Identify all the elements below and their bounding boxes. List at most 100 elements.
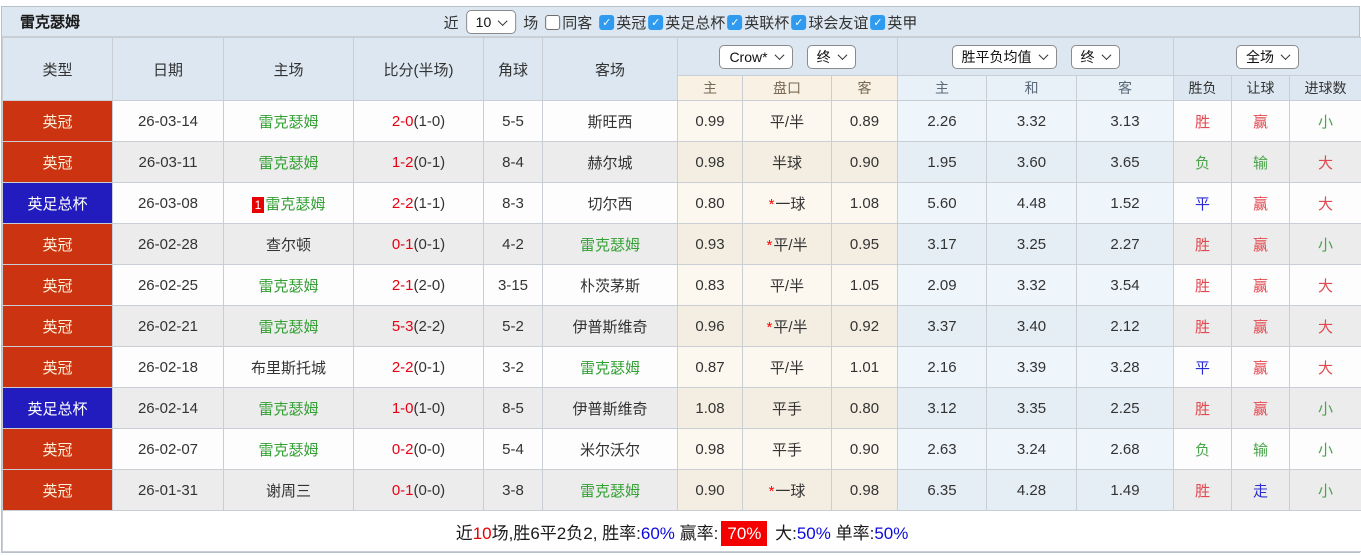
avg-away-cell: 3.65 [1076,141,1175,183]
avg-away-cell: 2.25 [1076,387,1175,429]
handicap-cell: 平手 [742,387,832,429]
away-team-name: 切尔西 [587,195,633,213]
type-cell: 英冠 [2,141,113,183]
table-row: 英冠 26-02-07 雷克瑟姆 0-2(0-0) 5-4 米尔沃尔 0.98 平手 0.90 2… [2,428,1361,470]
league-label: 英足总杯 [665,14,726,32]
goals-result-cell: 大 [1289,141,1361,183]
table-row: 英足总杯 26-03-08 1 雷克瑟姆 2-2(1-1) 8-3 切尔西 0.80 *一球 1.… [2,182,1361,224]
result-cell: 胜 [1173,305,1233,347]
away-odds-cell: 0.90 [830,141,899,183]
score-cell: 1-2(0-1) [353,141,484,183]
odds-time-select[interactable]: 终 [806,44,856,69]
away-team-cell: 伊普斯维奇 [542,387,678,429]
league-checkbox[interactable]: ✓ 英足总杯 [648,12,725,33]
odds-source-value: Crow* [729,48,768,65]
checkbox-checked-icon: ✓ [791,14,807,30]
home-team-name: 查尔顿 [265,236,311,254]
home-team-name: 布里斯托城 [250,359,326,377]
home-team-name: 雷克瑟姆 [265,195,326,213]
date-cell: 26-03-14 [112,100,224,142]
away-odds-cell: 1.01 [830,346,899,388]
goals-result-cell: 大 [1289,182,1361,224]
away-team-cell: 切尔西 [542,182,678,224]
home-team-name: 雷克瑟姆 [258,441,319,459]
home-odds-cell: 0.96 [677,305,743,347]
home-team-name: 雷克瑟姆 [258,400,319,418]
away-odds-cell: 0.95 [830,223,899,265]
league-checkbox[interactable]: ✓ 英甲 [870,12,917,33]
handicap-result-cell: 输 [1231,428,1291,470]
handicap-cell: 平/半 [742,264,832,306]
scope-select-cell: 全场 [1173,37,1361,76]
handicap-result-cell: 赢 [1231,182,1291,224]
table-row: 英冠 26-02-28 查尔顿 0-1(0-1) 4-2 雷克瑟姆 0.93 *平/半 0.95… [2,223,1361,265]
type-cell: 英冠 [2,100,113,142]
corners-cell: 8-4 [483,141,543,183]
avg-draw-cell: 3.35 [986,387,1078,429]
away-team-name: 米尔沃尔 [579,441,640,459]
fulltime-score: 2-1 [391,276,414,294]
away-team-cell: 斯旺西 [542,100,678,142]
home-team-name: 谢周三 [265,482,311,500]
col-header-score: 比分(半场) [353,37,484,101]
type-cell: 英足总杯 [2,387,113,429]
avg-draw-cell: 4.28 [986,469,1078,511]
halftime-score: (0-1) [413,235,446,253]
subheader-avg-away: 客 [1076,75,1175,101]
table-row: 英冠 26-01-31 谢周三 0-1(0-0) 3-8 雷克瑟姆 0.90 *一球 0.98 6… [2,469,1361,511]
summary-segment: 60% [640,523,675,543]
date-cell: 26-03-11 [112,141,224,183]
handicap-cell: 平手 [742,428,832,470]
avg-draw-cell: 4.48 [986,182,1078,224]
goals-result-cell: 小 [1289,428,1361,470]
halftime-score: (0-1) [413,153,446,171]
type-cell: 英冠 [2,264,113,306]
avg-home-cell: 5.60 [897,182,988,224]
avg-away-cell: 3.13 [1076,100,1175,142]
summary-segment: 赢率: [674,523,719,543]
corners-cell: 5-2 [483,305,543,347]
result-cell: 平 [1173,182,1233,224]
score-cell: 2-1(2-0) [353,264,484,306]
corners-cell: 3-8 [483,469,543,511]
league-label: 球会友谊 [808,14,869,32]
avg-source-select[interactable]: 胜平负均值 [951,44,1057,69]
avg-source-value: 胜平负均值 [961,48,1032,65]
result-cell: 胜 [1173,469,1233,511]
checkbox-checked-icon: ✓ [870,14,886,30]
halftime-score: (2-2) [413,317,446,335]
away-odds-cell: 0.98 [830,469,899,511]
chevron-down-icon [1038,50,1048,61]
date-cell: 26-02-07 [112,428,224,470]
league-checkbox[interactable]: ✓ 英联杯 [727,12,789,33]
home-team-name: 雷克瑟姆 [258,277,319,295]
summary-segment: 70% [721,520,768,546]
home-team-name: 雷克瑟姆 [258,154,319,172]
fulltime-score: 5-3 [391,317,414,335]
summary-segment: 单率: [830,523,875,543]
score-cell: 2-2(1-1) [353,182,484,224]
home-odds-cell: 0.80 [677,182,743,224]
score-cell: 0-1(0-0) [353,469,484,511]
fulltime-score: 0-1 [391,481,414,499]
near-count-select[interactable]: 10 [465,10,517,34]
type-cell: 英足总杯 [2,182,113,224]
same-away-checkbox[interactable]: 同客 [545,12,592,33]
goals-result-cell: 大 [1289,264,1361,306]
corners-cell: 5-5 [483,100,543,142]
scope-select[interactable]: 全场 [1236,44,1300,69]
subheader-handicap: 盘口 [742,75,832,101]
avg-time-select[interactable]: 终 [1070,44,1120,69]
result-cell: 负 [1173,428,1233,470]
goals-result-cell: 小 [1289,100,1361,142]
type-cell: 英冠 [2,305,113,347]
league-checkbox[interactable]: ✓ 英冠 [599,12,646,33]
col-header-type: 类型 [2,37,113,101]
type-cell: 英冠 [2,428,113,470]
odds-source-select[interactable]: Crow* [719,44,793,69]
halftime-score: (1-1) [413,194,446,212]
goals-result-cell: 大 [1289,305,1361,347]
away-team-name: 赫尔城 [587,154,633,172]
avg-away-cell: 2.68 [1076,428,1175,470]
league-checkbox[interactable]: ✓ 球会友谊 [791,12,868,33]
